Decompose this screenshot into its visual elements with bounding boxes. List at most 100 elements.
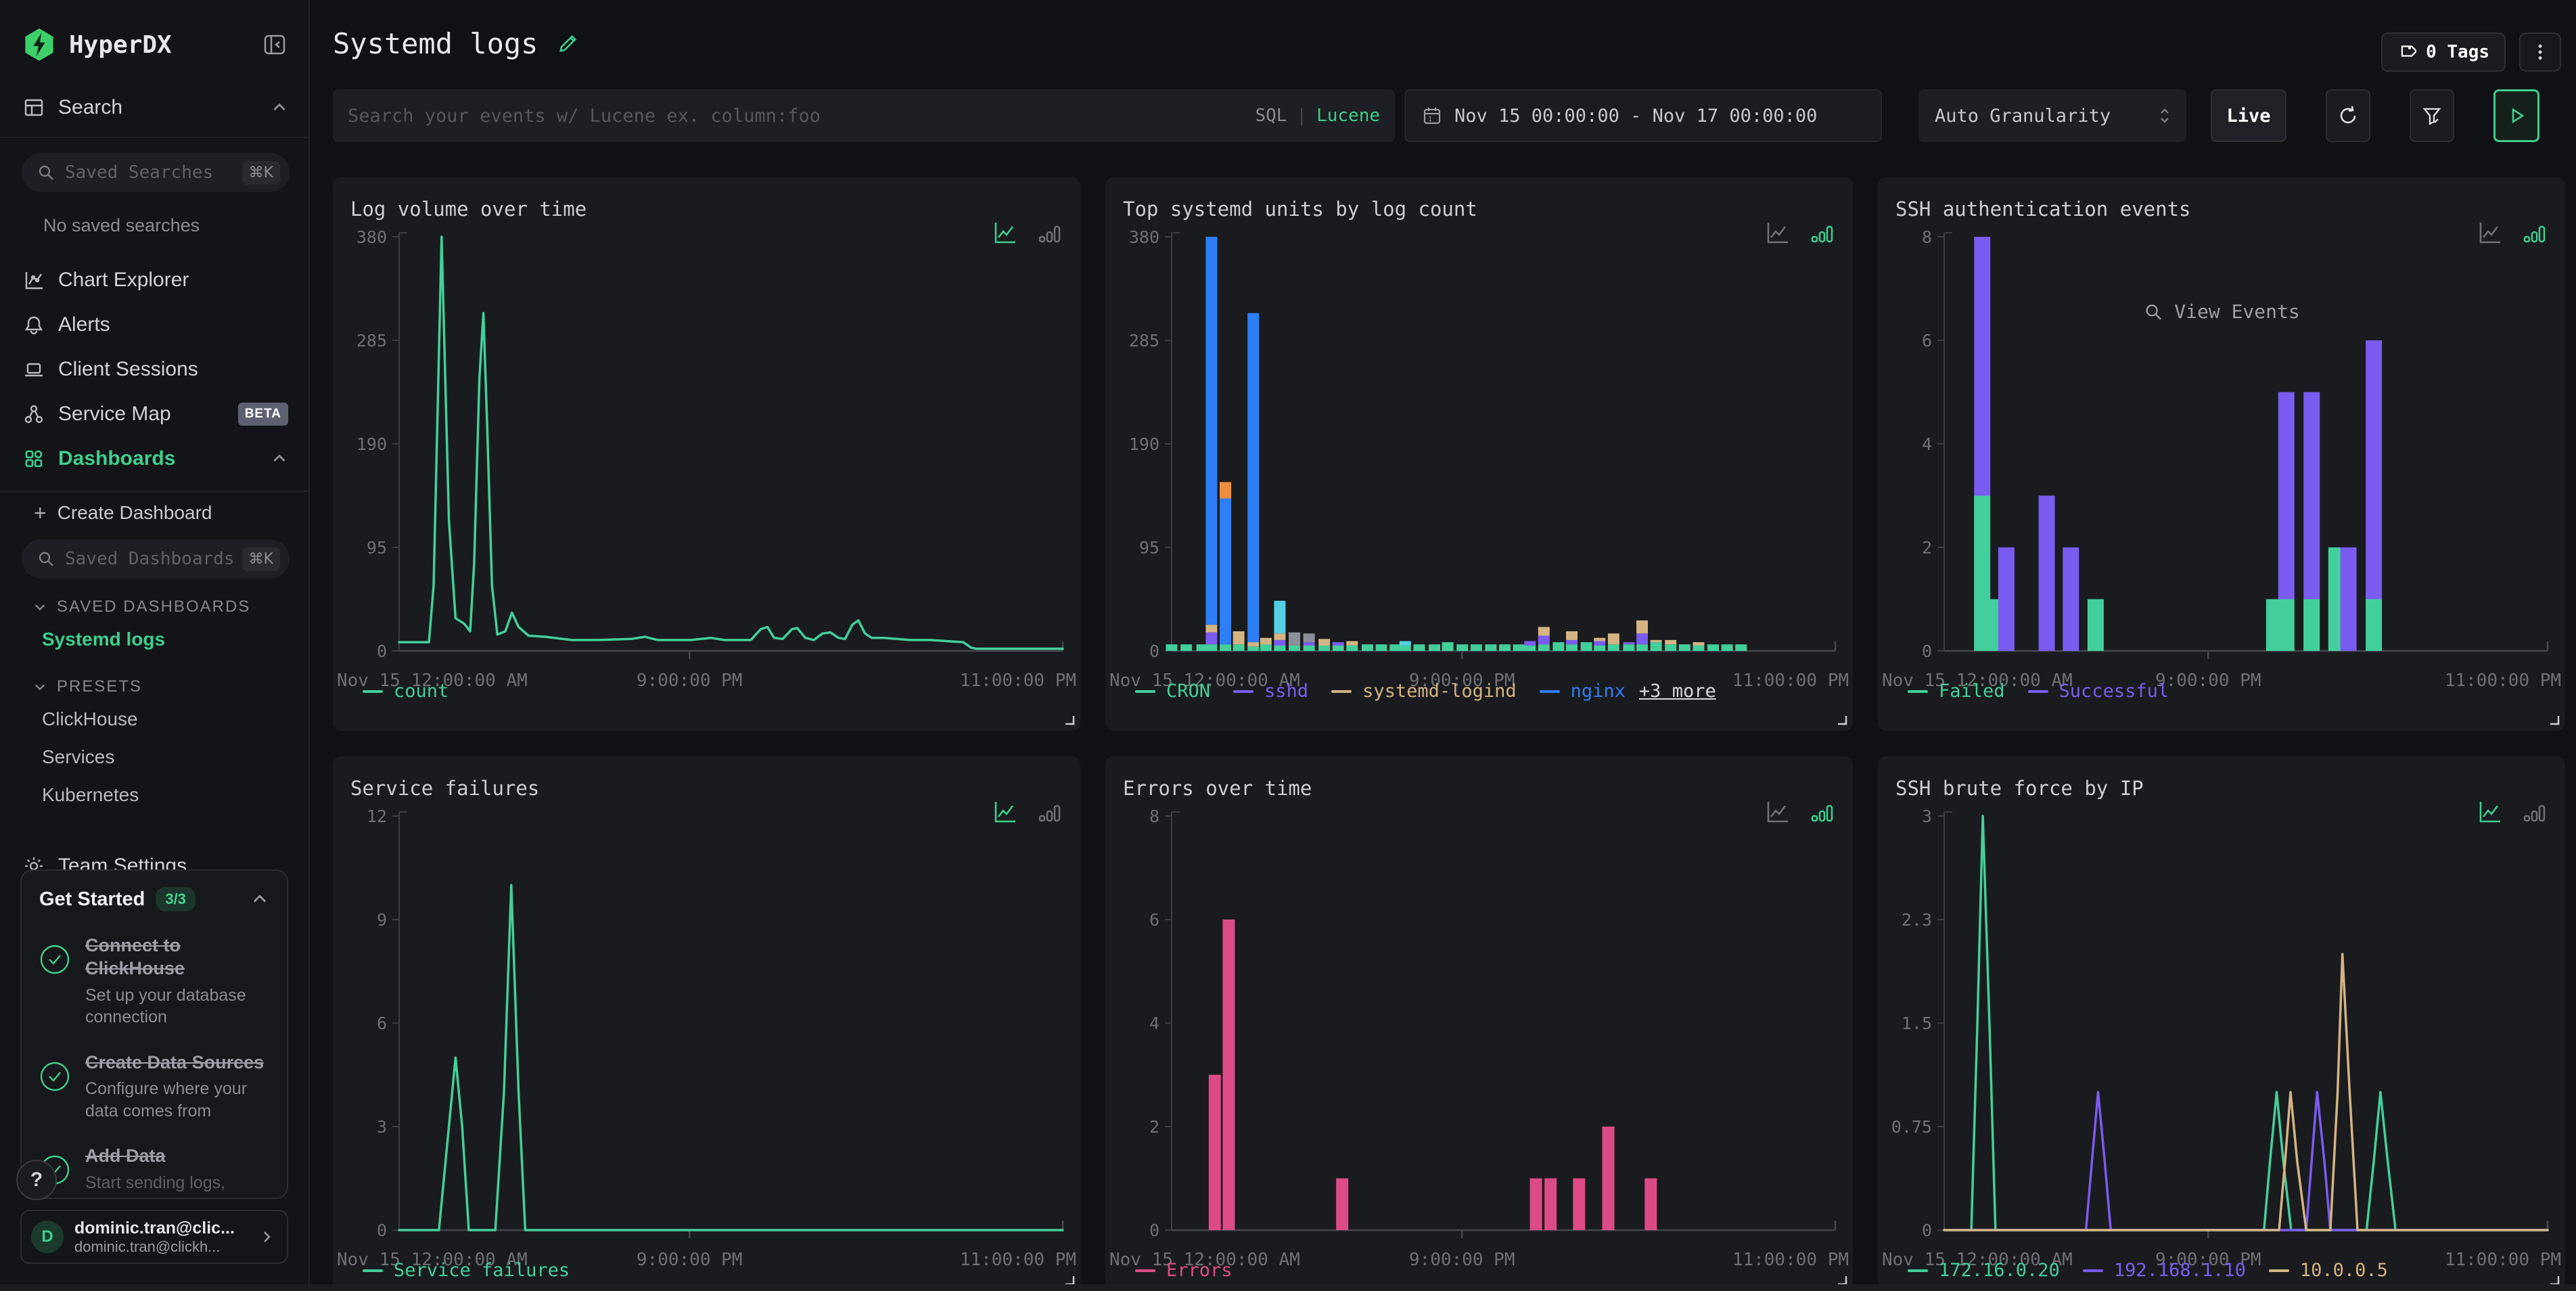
dashboard-menu-button[interactable] bbox=[2519, 32, 2561, 72]
help-button[interactable]: ? bbox=[16, 1160, 57, 1200]
live-button[interactable]: Live bbox=[2211, 89, 2286, 142]
account-name: dominic.tran@clic... bbox=[74, 1219, 248, 1238]
sidebar-collapse-icon[interactable] bbox=[260, 30, 290, 60]
resize-handle[interactable] bbox=[2546, 712, 2560, 725]
legend-item[interactable]: sshd bbox=[1233, 681, 1308, 702]
chevron-up-icon[interactable] bbox=[250, 890, 269, 909]
legend-item[interactable]: Successful bbox=[2028, 681, 2169, 702]
svg-text:8: 8 bbox=[1922, 227, 1932, 247]
sidebar-item-service-map[interactable]: Service Map BETA bbox=[0, 392, 308, 436]
legend-item[interactable]: Failed bbox=[1908, 681, 2005, 702]
chart-canvas[interactable]: 095190285380Nov 15 12:00:00 AM9:00:00 PM… bbox=[1105, 177, 1853, 731]
sidebar-preset-clickhouse[interactable]: ClickHouse bbox=[0, 700, 308, 738]
chart-canvas[interactable]: 02468Nov 15 12:00:00 AM9:00:00 PM11:00:0… bbox=[1105, 756, 1853, 1291]
resize-handle[interactable] bbox=[1834, 1272, 1847, 1286]
chart-legend: count bbox=[363, 681, 448, 702]
svg-text:380: 380 bbox=[1129, 227, 1159, 247]
get-started-item-title: Connect to ClickHouse bbox=[85, 934, 269, 980]
sql-toggle[interactable]: SQL bbox=[1255, 106, 1287, 126]
get-started-item[interactable]: Create Data Sources Configure where your… bbox=[39, 1051, 269, 1123]
bar-view-icon[interactable] bbox=[1036, 219, 1063, 250]
legend-item[interactable]: 10.0.0.5 bbox=[2269, 1260, 2388, 1281]
legend-swatch bbox=[2028, 690, 2048, 693]
sidebar-dashboard-systemd-logs[interactable]: Systemd logs bbox=[0, 620, 308, 658]
select-chevrons-icon bbox=[2157, 104, 2173, 127]
legend-label: CRON bbox=[1166, 681, 1210, 702]
svg-text:6: 6 bbox=[377, 1014, 387, 1033]
presets-section-header[interactable]: PRESETS bbox=[0, 658, 308, 700]
legend-more-link[interactable]: +3 more bbox=[1639, 681, 1716, 702]
legend-item[interactable]: systemd-logind bbox=[1331, 681, 1517, 702]
saved-dashboards-search[interactable]: ⌘K bbox=[22, 539, 290, 579]
bar-view-icon[interactable] bbox=[2521, 219, 2548, 250]
svg-text:9:00:00 PM: 9:00:00 PM bbox=[1409, 1250, 1515, 1270]
svg-text:2.3: 2.3 bbox=[1902, 910, 1932, 930]
chart-canvas[interactable]: 095190285380Nov 15 12:00:00 AM9:00:00 PM… bbox=[333, 177, 1080, 731]
sidebar-preset-kubernetes[interactable]: Kubernetes bbox=[0, 776, 308, 814]
edit-title-icon[interactable] bbox=[555, 32, 580, 56]
legend-swatch bbox=[363, 1269, 383, 1272]
account-menu[interactable]: D dominic.tran@clic... dominic.tran@clic… bbox=[20, 1210, 288, 1264]
get-started-item[interactable]: Connect to ClickHouse Set up your databa… bbox=[39, 934, 269, 1028]
legend-item[interactable]: CRON bbox=[1135, 681, 1210, 702]
legend-item[interactable]: 192.168.1.10 bbox=[2083, 1260, 2246, 1281]
svg-text:0: 0 bbox=[1149, 641, 1159, 661]
line-view-icon[interactable] bbox=[2476, 219, 2503, 250]
create-dashboard-button[interactable]: + Create Dashboard bbox=[0, 492, 308, 534]
bell-icon bbox=[23, 314, 45, 336]
tags-button[interactable]: 0 Tags bbox=[2381, 32, 2506, 72]
legend-item[interactable]: Service failures bbox=[363, 1260, 570, 1281]
sidebar-preset-services[interactable]: Services bbox=[0, 738, 308, 776]
line-view-icon[interactable] bbox=[1764, 798, 1791, 829]
horizontal-scrollbar[interactable] bbox=[0, 1284, 2576, 1291]
legend-item[interactable]: Errors bbox=[1135, 1260, 1233, 1281]
sidebar-item-search[interactable]: Search bbox=[0, 85, 308, 130]
event-search-box[interactable]: SQL | Lucene bbox=[333, 89, 1395, 142]
saved-searches-input[interactable] bbox=[65, 162, 233, 183]
event-search-input[interactable] bbox=[348, 106, 1243, 127]
svg-text:3: 3 bbox=[377, 1117, 387, 1137]
sidebar-item-chart-explorer[interactable]: Chart Explorer bbox=[0, 258, 308, 302]
line-view-icon[interactable] bbox=[2476, 798, 2503, 829]
resize-handle[interactable] bbox=[1834, 712, 1847, 725]
sidebar-item-client-sessions[interactable]: Client Sessions bbox=[0, 347, 308, 392]
resize-handle[interactable] bbox=[1061, 1272, 1075, 1286]
legend-item[interactable]: count bbox=[363, 681, 448, 702]
svg-text:1: 1 bbox=[1428, 116, 1432, 123]
chart-canvas[interactable]: 036912Nov 15 12:00:00 AM9:00:00 PM11:00:… bbox=[333, 756, 1080, 1291]
panel-title: Log volume over time bbox=[350, 198, 586, 221]
filter-button[interactable] bbox=[2410, 89, 2454, 142]
saved-dashboards-input[interactable] bbox=[65, 549, 233, 569]
get-started-item-desc: Set up your database connection bbox=[85, 984, 269, 1028]
account-email: dominic.tran@clickh... bbox=[74, 1238, 248, 1256]
bar-view-icon[interactable] bbox=[2521, 798, 2548, 829]
line-view-icon[interactable] bbox=[991, 798, 1018, 829]
chart-canvas[interactable]: 00.751.52.33Nov 15 12:00:00 AM9:00:00 PM… bbox=[1878, 756, 2565, 1291]
chart-canvas[interactable]: 02468Nov 15 12:00:00 AM9:00:00 PM11:00:0… bbox=[1878, 177, 2565, 731]
legend-item[interactable]: nginx bbox=[1540, 681, 1626, 702]
svg-text:11:00:00 PM: 11:00:00 PM bbox=[2445, 671, 2561, 691]
chevron-right-icon bbox=[258, 1229, 275, 1245]
lucene-toggle[interactable]: Lucene bbox=[1316, 106, 1380, 126]
saved-dashboards-section-header[interactable]: SAVED DASHBOARDS bbox=[0, 579, 308, 620]
run-query-button[interactable] bbox=[2493, 89, 2539, 142]
line-view-icon[interactable] bbox=[1764, 219, 1791, 250]
granularity-select[interactable]: Auto Granularity bbox=[1918, 89, 2186, 142]
get-started-item[interactable]: Add Data Start sending logs, metrics, or… bbox=[39, 1145, 269, 1199]
sidebar-item-label: Alerts bbox=[58, 313, 288, 336]
sidebar-item-alerts[interactable]: Alerts bbox=[0, 302, 308, 347]
view-events-button[interactable]: View Events bbox=[2143, 300, 2299, 323]
dashboards-icon bbox=[23, 448, 45, 470]
refresh-button[interactable] bbox=[2326, 89, 2370, 142]
bar-view-icon[interactable] bbox=[1808, 798, 1835, 829]
saved-searches-search[interactable]: ⌘K bbox=[22, 153, 290, 192]
date-range-picker[interactable]: 1 Nov 15 00:00:00 - Nov 17 00:00:00 bbox=[1404, 89, 1882, 142]
sidebar-item-dashboards[interactable]: Dashboards bbox=[0, 436, 308, 481]
line-view-icon[interactable] bbox=[991, 219, 1018, 250]
svg-text:0: 0 bbox=[377, 1221, 387, 1240]
legend-item[interactable]: 172.16.0.20 bbox=[1908, 1260, 2060, 1281]
bar-view-icon[interactable] bbox=[1036, 798, 1063, 829]
bar-view-icon[interactable] bbox=[1808, 219, 1835, 250]
resize-handle[interactable] bbox=[2546, 1272, 2560, 1286]
resize-handle[interactable] bbox=[1061, 712, 1075, 725]
